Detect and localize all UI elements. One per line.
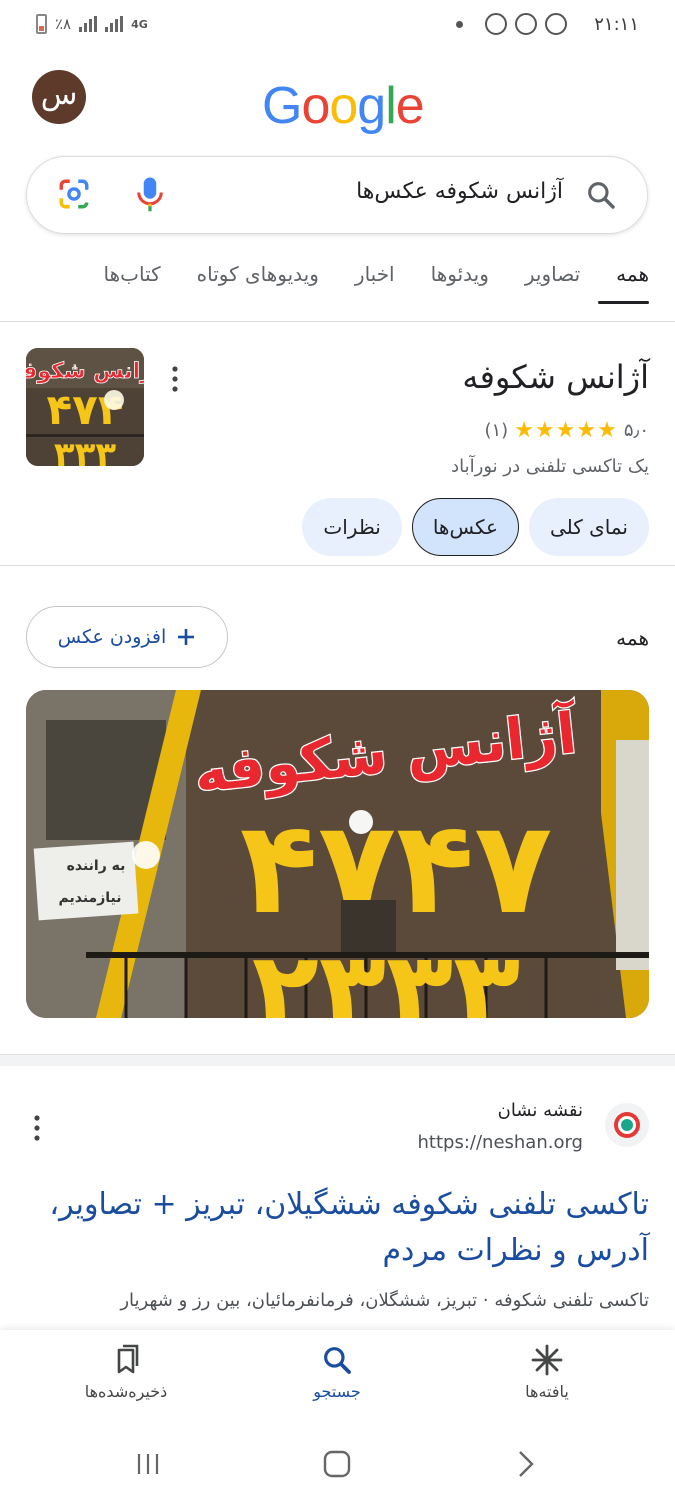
plus-icon <box>178 629 195 645</box>
section-separator <box>0 1054 675 1066</box>
bookmarks-icon <box>117 1344 139 1374</box>
more-vert-icon[interactable] <box>30 1113 44 1143</box>
place-chips: نمای کلی عکس‌ها نظرات <box>302 498 649 556</box>
add-photo-button[interactable]: افزودن عکس <box>26 606 228 668</box>
google-logo[interactable]: Google <box>262 76 425 136</box>
more-vert-icon[interactable] <box>168 364 182 394</box>
place-title: آژانس شکوفه <box>462 358 649 396</box>
result-url: https://neshan.org <box>417 1132 583 1153</box>
battery-icon <box>36 14 47 34</box>
poster-line2: نیازمندیم <box>59 890 122 906</box>
whatsapp-icon-2 <box>545 13 567 35</box>
logo-letter: G <box>262 77 302 135</box>
google-lens-icon[interactable] <box>57 177 91 211</box>
search-icon[interactable] <box>585 179 617 211</box>
microphone-icon[interactable] <box>135 175 165 215</box>
recent-apps-icon[interactable] <box>134 1450 162 1478</box>
dot-icon <box>456 20 463 28</box>
tabs-divider <box>0 321 675 322</box>
tab-books[interactable]: کتاب‌ها <box>86 262 179 320</box>
photos-filter-label[interactable]: همه <box>616 626 649 650</box>
place-category: یک تاکسی تلفنی در نورآباد <box>451 456 649 477</box>
chrome-icon <box>485 13 507 35</box>
star-rating-icon: ★★★★★ <box>514 418 618 443</box>
tab-images[interactable]: تصاویر <box>507 262 598 320</box>
search-bar[interactable]: آژانس شکوفه عکس‌ها <box>26 156 648 234</box>
place-thumbnail[interactable]: آژانس شکوفه ۴۷۴ ۳۳۳ <box>26 348 144 466</box>
chip-photos[interactable]: عکس‌ها <box>411 498 519 556</box>
signal-icon-2 <box>105 16 124 32</box>
logo-letter: o <box>329 77 358 135</box>
nav-saved-label: ذخیره‌شده‌ها <box>84 1382 168 1401</box>
site-favicon <box>605 1103 649 1147</box>
logo-letter: g <box>357 77 386 135</box>
chip-reviews[interactable]: نظرات <box>302 498 402 556</box>
tab-all[interactable]: همه <box>598 262 649 320</box>
back-icon[interactable] <box>512 1448 540 1480</box>
search-input[interactable]: آژانس شکوفه عکس‌ها <box>356 179 563 204</box>
add-photo-label: افزودن عکس <box>57 626 167 648</box>
sign-bottom-number: ۲۳۳۳ <box>252 928 521 1018</box>
place-photo[interactable]: به راننده نیازمندیم آژانس شکوفه ۴۷۴۷ ۲۳۳… <box>26 690 649 1018</box>
nav-search[interactable]: جستجو <box>257 1344 417 1401</box>
result-title-link[interactable]: تاکسی تلفنی شکوفه ششگیلان، تبریز + تصاوی… <box>29 1182 649 1274</box>
discover-icon <box>531 1344 563 1376</box>
status-left: ٪۸ 4G <box>36 14 148 34</box>
place-rating: ۵٫۰ ★★★★★ (۱) <box>484 418 649 443</box>
avatar[interactable]: س <box>32 70 86 124</box>
logo-letter: e <box>395 77 425 135</box>
section-divider <box>0 565 675 566</box>
search-icon <box>324 1347 351 1374</box>
clock: ۲۱:۱۱ <box>594 14 639 35</box>
network-type: 4G <box>131 17 148 31</box>
result-snippet: تاکسی تلفنی شکوفه · تبریز، ششگلان، فرمان… <box>120 1290 649 1311</box>
logo-letter: l <box>385 77 397 135</box>
svg-text:آژانس شکوفه: آژانس شکوفه <box>26 356 144 384</box>
status-bar: ٪۸ 4G ۲۱:۱۱ <box>0 0 675 50</box>
logo-letter: o <box>301 77 330 135</box>
poster-line1: به راننده <box>67 858 126 874</box>
nav-discover-label: یافته‌ها <box>525 1382 569 1401</box>
tab-videos[interactable]: ویدئوها <box>413 262 507 320</box>
svg-text:۳۳۳: ۳۳۳ <box>54 435 117 466</box>
battery-percent: ٪۸ <box>55 15 72 33</box>
review-count[interactable]: (۱) <box>484 420 508 441</box>
home-icon[interactable] <box>322 1449 352 1479</box>
whatsapp-icon <box>515 13 537 35</box>
search-tabs: همه تصاویر ویدئوها اخبار ویدیوهای کوتاه … <box>86 262 649 320</box>
nav-search-label: جستجو <box>313 1382 361 1401</box>
nav-saved[interactable]: ذخیره‌شده‌ها <box>46 1344 206 1401</box>
nav-discover[interactable]: یافته‌ها <box>467 1344 627 1401</box>
chip-overview[interactable]: نمای کلی <box>528 498 649 556</box>
tab-news[interactable]: اخبار <box>337 262 413 320</box>
rating-value: ۵٫۰ <box>623 420 649 441</box>
system-navigation <box>0 1430 675 1500</box>
tab-short-videos[interactable]: ویدیوهای کوتاه <box>179 262 337 320</box>
signal-icon <box>79 16 98 32</box>
result-site-name: نقشه نشان <box>497 1100 583 1121</box>
bottom-navigation: یافته‌ها جستجو ذخیره‌شده‌ها <box>0 1330 675 1430</box>
notification-icons <box>456 13 567 35</box>
